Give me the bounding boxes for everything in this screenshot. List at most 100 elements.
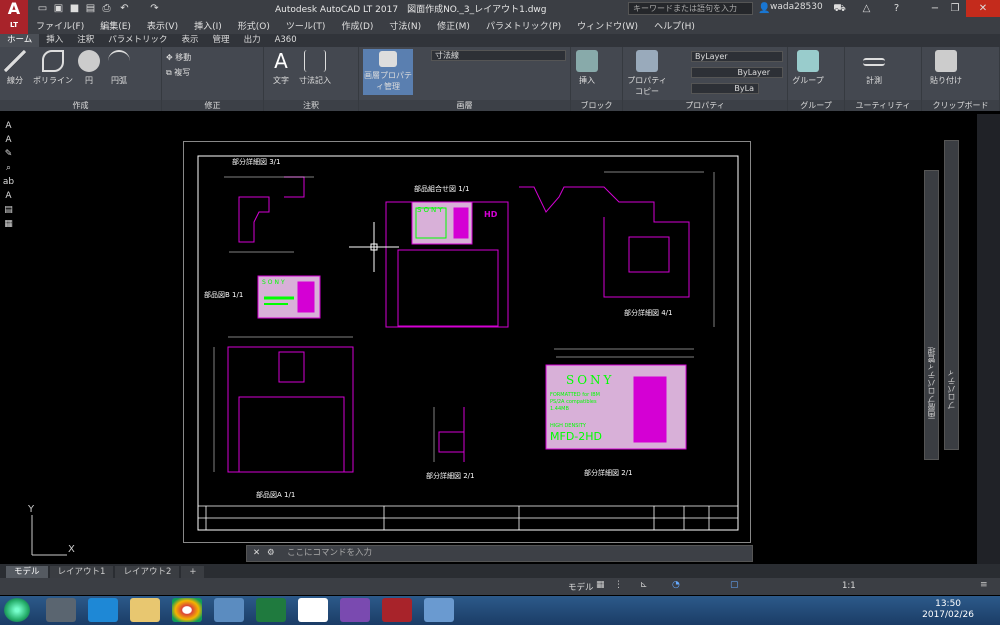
cart-icon[interactable]: ⛟ [833,2,846,15]
capacity-text: 1.44MB [550,406,569,412]
ortho-icon[interactable]: ⊾ [640,580,648,590]
navigation-bar[interactable] [977,114,1000,564]
minimize-button[interactable]: − [926,0,944,17]
polyline-button[interactable]: ポリライン [32,50,74,86]
measure-button[interactable]: 計測 [859,50,889,86]
tab-parametric[interactable]: パラメトリック [101,34,174,47]
start-button[interactable] [4,598,30,622]
copy-button[interactable]: ⧉ 複写 [166,67,190,78]
system-clock[interactable]: 13:50 2017/02/26 [922,599,974,621]
mtext-icon[interactable]: A [2,135,15,146]
text-icon[interactable]: A [2,121,15,132]
spell-icon[interactable]: ab [2,177,15,188]
customize-icon[interactable]: ≡ [980,580,988,590]
text-button[interactable]: A 文字 [268,50,294,86]
model-space-button[interactable]: モデル [568,581,594,593]
linetype-dropdown[interactable]: ByLayer [691,67,783,78]
edit-icon[interactable]: ✎ [2,149,15,160]
menu-file[interactable]: ファイル(F) [28,19,92,32]
close-button[interactable]: ✕ [966,0,1000,17]
menu-view[interactable]: 表示(V) [139,19,186,32]
a360-icon[interactable]: △ [860,2,873,15]
annotation-scale[interactable]: 1:1 [842,581,856,591]
menu-dimension[interactable]: 寸法(N) [381,19,429,32]
chrome-icon[interactable] [172,598,202,622]
layer-properties-palette[interactable]: 画層プロパティ管理 [924,170,939,460]
ie-icon[interactable] [88,598,118,622]
menu-help[interactable]: ヘルプ(H) [646,19,703,32]
save-icon[interactable]: ■ [68,2,81,15]
app-logo-icon[interactable]: A LT [0,0,28,34]
paste-button[interactable]: 貼り付け [926,50,966,86]
dimension-button[interactable]: 寸法記入 [298,50,332,86]
find-icon[interactable]: ⌕ [2,163,15,174]
tab-layout1[interactable]: レイアウト1 [49,566,114,578]
new-icon[interactable]: ▭ [36,2,49,15]
arc-button[interactable]: 円弧 [106,50,132,86]
tab-home[interactable]: ホーム [0,34,40,47]
tab-view[interactable]: 表示 [175,34,206,47]
tab-layout2[interactable]: レイアウト2 [115,566,180,578]
menu-window[interactable]: ウィンドウ(W) [569,19,646,32]
layer-properties-button[interactable]: 画層プロパティ管理 [363,49,413,95]
color-dropdown[interactable]: ByLayer [691,51,783,62]
menu-parametric[interactable]: パラメトリック(P) [478,19,569,32]
scale-text-icon[interactable]: A [2,191,15,202]
help-icon[interactable]: ? [890,2,903,15]
crosshair-cursor [349,222,399,272]
part-a-view [213,336,354,473]
menu-draw[interactable]: 作成(D) [333,19,381,32]
menu-edit[interactable]: 編集(E) [92,19,139,32]
paint-icon[interactable] [424,598,454,622]
current-layer-dropdown[interactable]: 寸法線 [431,50,566,61]
add-layout-button[interactable]: + [181,566,205,578]
menu-insert[interactable]: 挿入(I) [186,19,230,32]
print-icon[interactable]: ⎙ [100,2,113,15]
wrench-icon[interactable]: ⚙ [267,546,275,561]
command-input[interactable]: ここにコマンドを入力 [287,548,372,558]
saveas-icon[interactable]: ▤ [84,2,97,15]
grid-icon[interactable]: ▦ [596,580,605,590]
user-name[interactable]: wada28530 [770,2,823,12]
autocad-taskbar-icon[interactable] [382,598,412,622]
hpb-icon[interactable] [298,598,328,622]
menu-modify[interactable]: 修正(M) [429,19,478,32]
snap-icon[interactable]: ⋮ [614,580,623,590]
match-properties-button[interactable]: プロパティコピー [627,50,667,97]
insert-button[interactable]: 挿入 [575,50,599,86]
search-input[interactable]: キーワードまたは語句を入力 [628,2,753,15]
polar-icon[interactable]: ◔ [672,580,680,590]
circle-button[interactable]: 円 [78,50,100,86]
menu-format[interactable]: 形式(O) [230,19,278,32]
table-icon[interactable]: ▦ [2,219,15,230]
panel-modify: ✥ 移動 ⧉ 複写 修正 [162,47,264,111]
tab-model[interactable]: モデル [6,566,48,578]
tab-output[interactable]: 出力 [237,34,268,47]
justify-icon[interactable]: ▤ [2,205,15,216]
redo-icon[interactable]: ↷ [148,2,161,15]
command-line[interactable]: ✕ ⚙ ここにコマンドを入力 [246,545,753,562]
left-toolbar: A A ✎ ⌕ ab A ▤ ▦ [0,118,17,258]
group-button[interactable]: グループ [790,50,826,86]
excel-icon[interactable] [256,598,286,622]
properties-palette[interactable]: プロパティ [944,140,959,450]
tab-manage[interactable]: 管理 [206,34,237,47]
sony-text-assembly: SONY [417,206,445,214]
line-button[interactable]: 線分 [4,50,26,86]
media-player-icon[interactable] [46,598,76,622]
outlook-icon[interactable] [214,598,244,622]
undo-icon[interactable]: ↶ [118,2,131,15]
restore-button[interactable]: ❐ [946,0,964,17]
tab-insert[interactable]: 挿入 [39,34,70,47]
move-button[interactable]: ✥ 移動 [166,52,191,63]
tab-annotate[interactable]: 注釈 [70,34,101,47]
lineweight-dropdown[interactable]: ByLa [691,83,759,94]
game-icon[interactable] [340,598,370,622]
menu-tools[interactable]: ツール(T) [278,19,334,32]
explorer-icon[interactable] [130,598,160,622]
close-command-icon[interactable]: ✕ [253,546,260,561]
osnap-icon[interactable]: ▢ [730,580,739,590]
open-icon[interactable]: ▣ [52,2,65,15]
tab-a360[interactable]: A360 [268,34,304,47]
panel-groups-label: グループ [788,100,844,111]
